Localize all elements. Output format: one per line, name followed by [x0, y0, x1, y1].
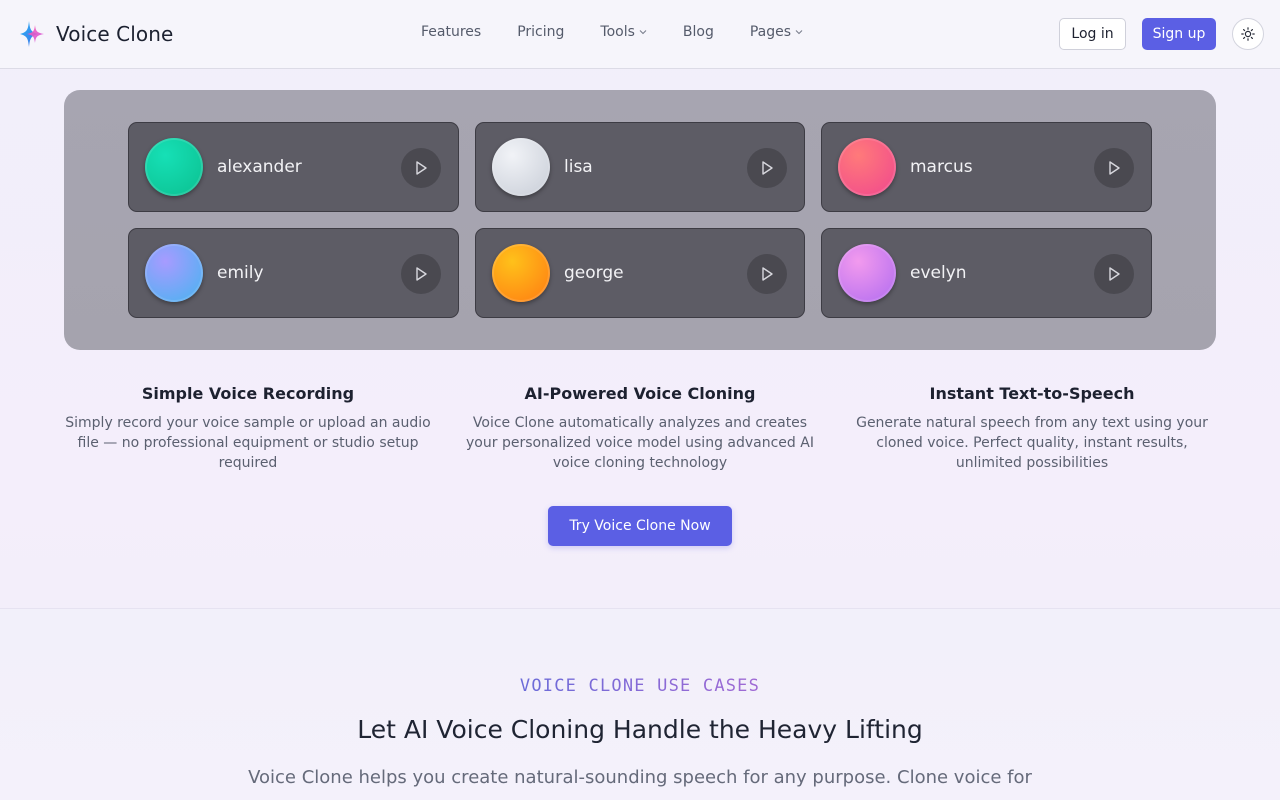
- voice-name: evelyn: [910, 263, 967, 283]
- voice-samples-panel: alexander lisa marcus emily george evelyn: [64, 90, 1216, 350]
- brand-name: Voice Clone: [56, 22, 174, 46]
- theme-toggle-button[interactable]: [1232, 18, 1264, 50]
- nav-tools[interactable]: Tools: [600, 24, 647, 40]
- voice-grid: alexander lisa marcus emily george evelyn: [128, 122, 1152, 318]
- feature-description: Voice Clone automatically analyzes and c…: [466, 415, 814, 471]
- nav-blog[interactable]: Blog: [683, 24, 714, 40]
- play-icon: [762, 161, 773, 175]
- feature-title: Simple Voice Recording: [141, 384, 355, 403]
- voice-card-marcus[interactable]: marcus: [821, 122, 1152, 212]
- feature-tts: Instant Text-to-Speech Generate natural …: [848, 384, 1216, 473]
- voice-name: alexander: [217, 157, 302, 177]
- nav-features[interactable]: Features: [421, 24, 481, 40]
- top-navbar: Voice Clone Features Pricing Tools Blog …: [0, 0, 1280, 69]
- voice-card-lisa[interactable]: lisa: [475, 122, 805, 212]
- nav-label: Pages: [749, 24, 792, 40]
- feature-title: Instant Text-to-Speech: [929, 384, 1135, 403]
- voice-name: lisa: [564, 157, 593, 177]
- nav-label: Features: [421, 24, 482, 40]
- sun-icon: [1241, 27, 1255, 41]
- voice-avatar: [492, 138, 550, 196]
- play-icon: [1109, 161, 1120, 175]
- use-cases-title: Let AI Voice Cloning Handle the Heavy Li…: [357, 715, 923, 744]
- feature-description: Simply record your voice sample or uploa…: [65, 415, 431, 471]
- login-button[interactable]: Log in: [1059, 18, 1126, 50]
- signup-button[interactable]: Sign up: [1142, 18, 1216, 50]
- voice-avatar: [838, 138, 896, 196]
- feature-title: AI-Powered Voice Cloning: [524, 384, 756, 403]
- voice-card-emily[interactable]: emily: [128, 228, 459, 318]
- use-cases-eyebrow: VOICE CLONE USE CASES: [0, 676, 1280, 696]
- chevron-down-icon: [795, 30, 803, 35]
- play-button[interactable]: [401, 254, 441, 294]
- voice-name: george: [564, 263, 624, 283]
- nav-label: Tools: [600, 24, 635, 40]
- voice-card-george[interactable]: george: [475, 228, 805, 318]
- voice-avatar: [145, 244, 203, 302]
- play-icon: [762, 267, 773, 281]
- play-button[interactable]: [1094, 148, 1134, 188]
- use-cases-description: Voice Clone helps you create natural-sou…: [248, 767, 1032, 788]
- play-button[interactable]: [401, 148, 441, 188]
- play-button[interactable]: [747, 148, 787, 188]
- brand-logo[interactable]: Voice Clone: [18, 19, 173, 49]
- voice-avatar: [838, 244, 896, 302]
- play-button[interactable]: [747, 254, 787, 294]
- feature-cloning: AI-Powered Voice Cloning Voice Clone aut…: [456, 384, 824, 473]
- voice-avatar: [145, 138, 203, 196]
- feature-description: Generate natural speech from any text us…: [856, 415, 1208, 471]
- nav-label: Pricing: [517, 24, 565, 40]
- voice-avatar: [492, 244, 550, 302]
- nav-label: Blog: [682, 24, 714, 40]
- voice-card-alexander[interactable]: alexander: [128, 122, 459, 212]
- nav-pages[interactable]: Pages: [750, 24, 803, 40]
- sparkle-logo-icon: [20, 21, 44, 47]
- play-button[interactable]: [1094, 254, 1134, 294]
- voice-name: emily: [217, 263, 264, 283]
- main-nav: Features Pricing Tools Blog Pages: [421, 24, 839, 40]
- nav-pricing[interactable]: Pricing: [517, 24, 564, 40]
- play-icon: [416, 161, 427, 175]
- eyebrow-text: VOICE CLONE USE CASES: [519, 676, 761, 696]
- voice-card-evelyn[interactable]: evelyn: [821, 228, 1152, 318]
- chevron-down-icon: [639, 30, 647, 35]
- voice-name: marcus: [910, 157, 973, 177]
- try-voice-clone-button[interactable]: Try Voice Clone Now: [548, 506, 732, 546]
- play-icon: [1109, 267, 1120, 281]
- feature-recording: Simple Voice Recording Simply record you…: [64, 384, 432, 473]
- play-icon: [416, 267, 427, 281]
